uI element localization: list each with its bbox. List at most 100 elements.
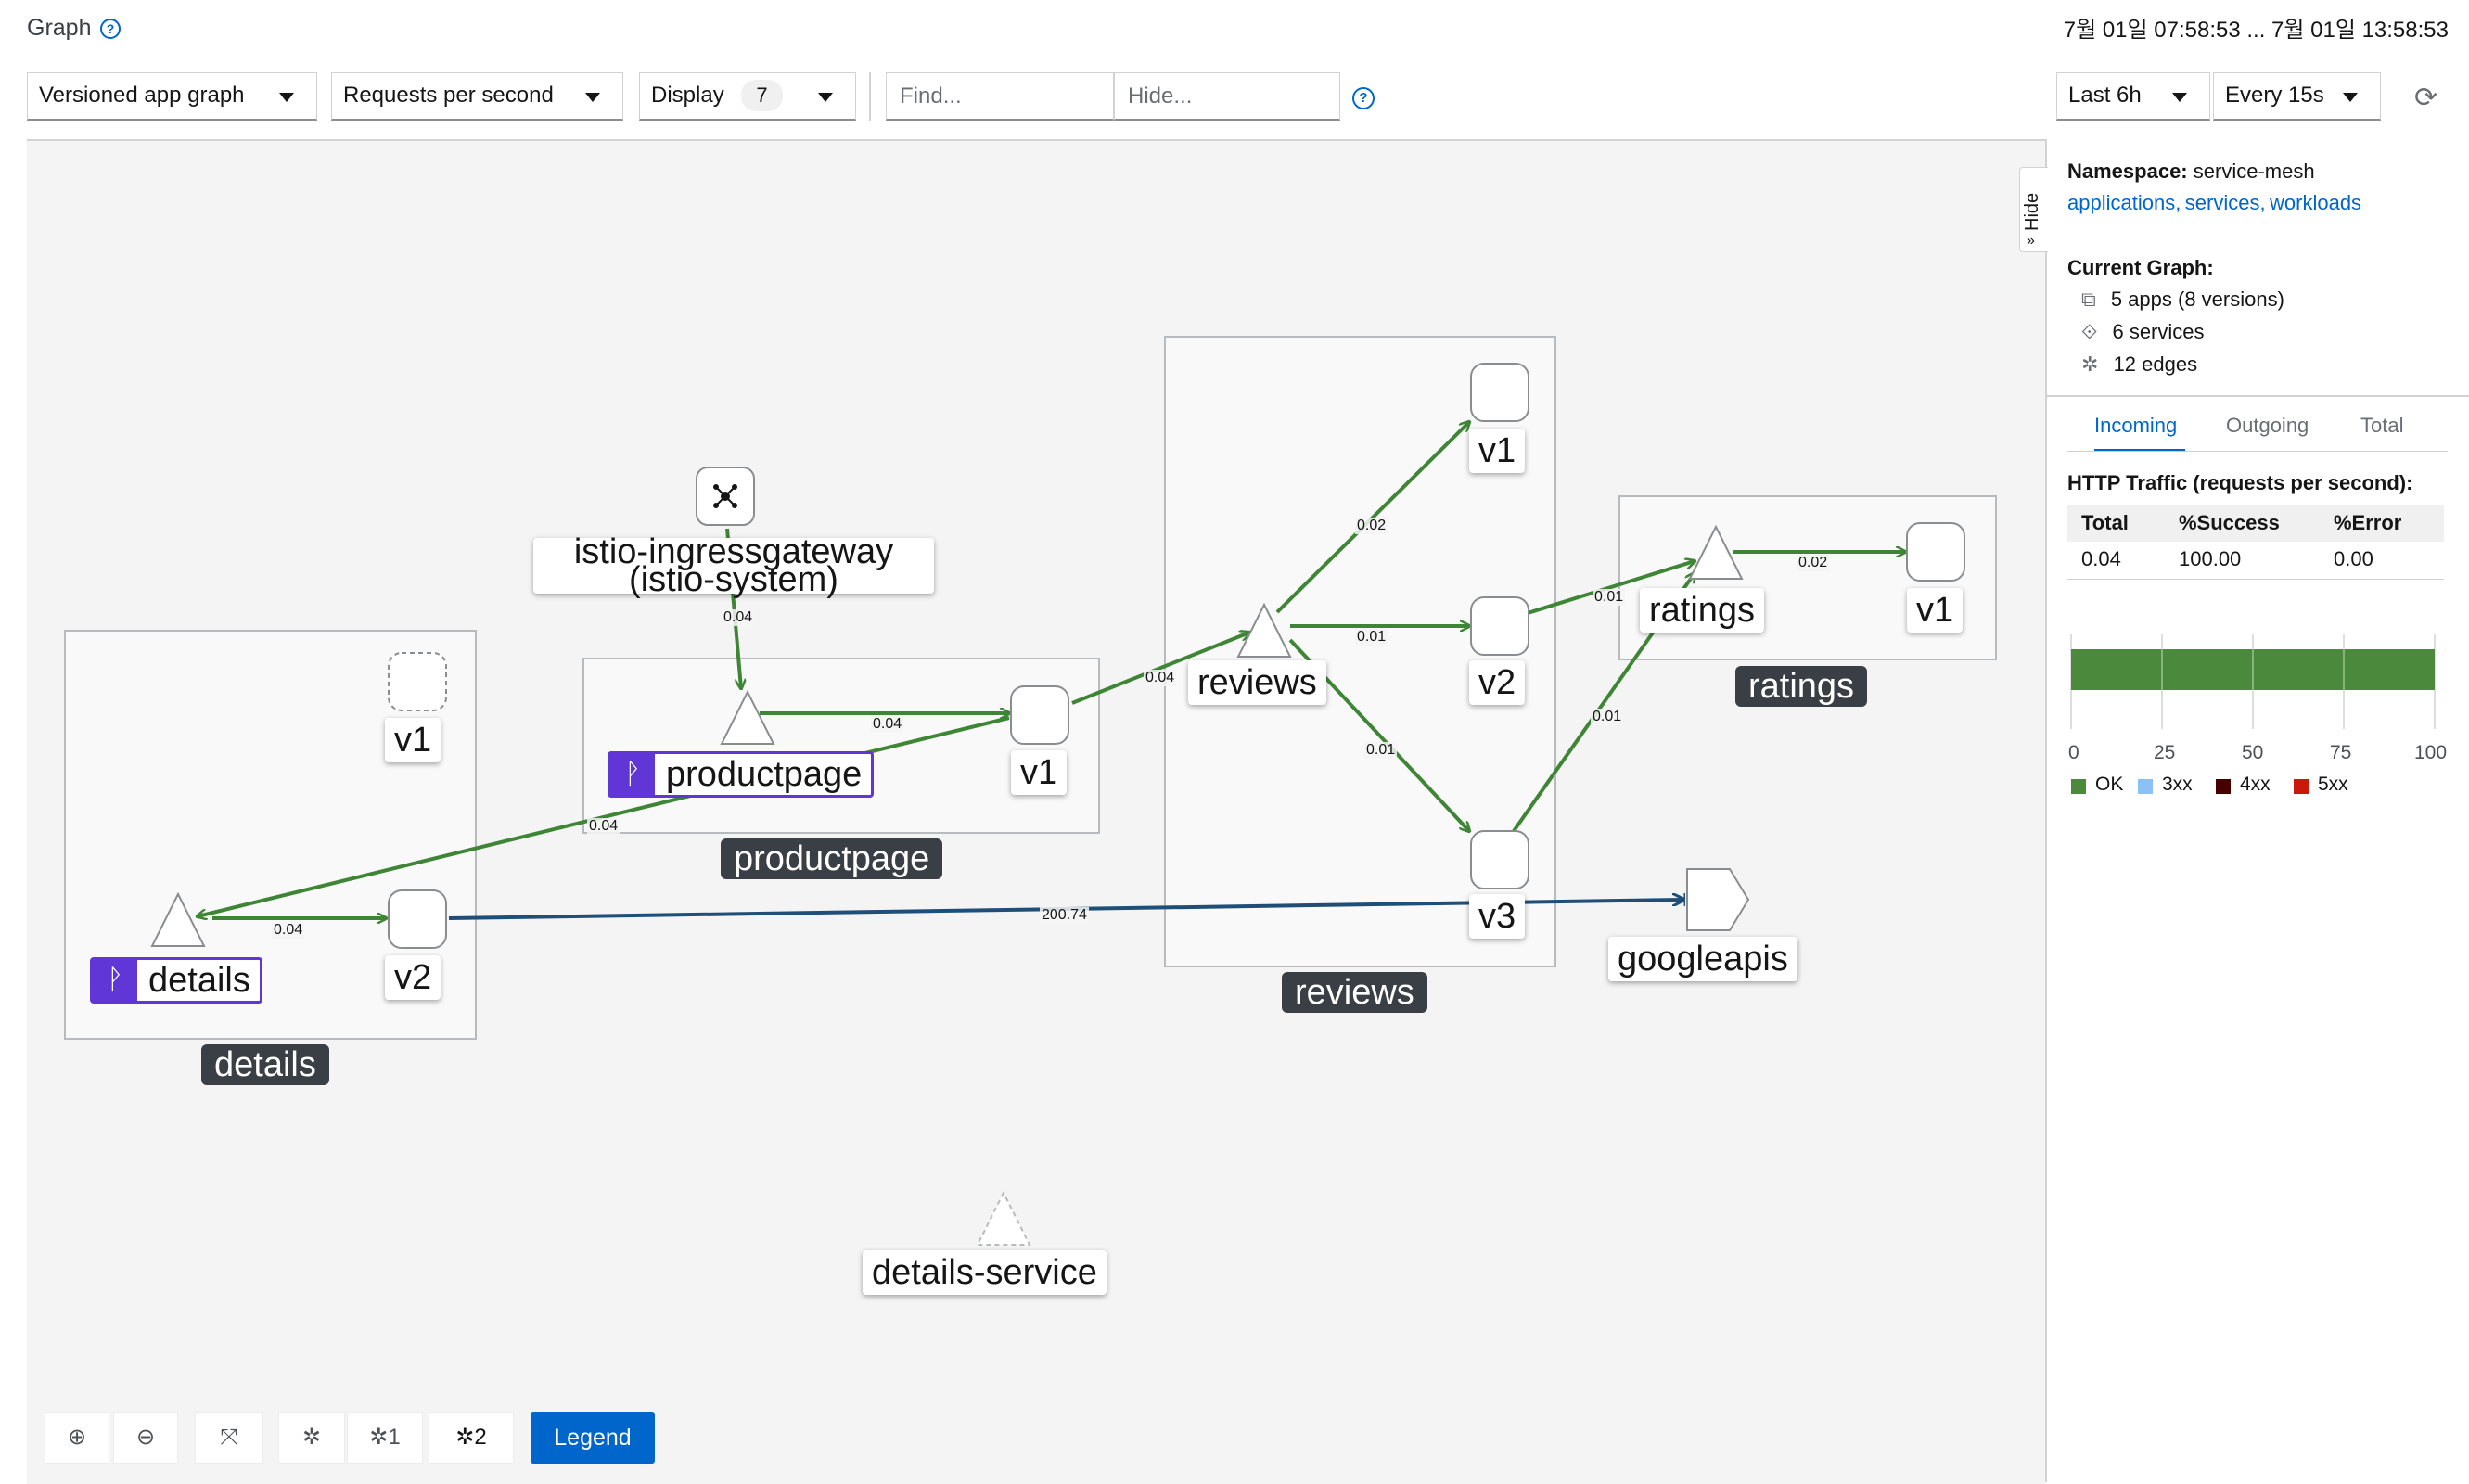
reviews-v3-label[interactable]: v3 xyxy=(1469,894,1526,939)
ratings-v1-node xyxy=(1906,522,1965,582)
axis-tick-label: 50 xyxy=(2242,742,2264,763)
refresh-interval-dropdown[interactable]: Every 15s xyxy=(2213,72,2381,121)
details-v2-node xyxy=(388,889,447,949)
edge-label: 200.74 xyxy=(1040,907,1089,924)
reviews-v1-label[interactable]: v1 xyxy=(1469,429,1526,473)
find-help-icon[interactable]: ? xyxy=(1352,87,1375,109)
googleapis-label[interactable]: googleapis xyxy=(1608,937,1797,981)
services-count: 6 services xyxy=(2112,320,2205,343)
reviews-v3-node xyxy=(1470,830,1529,889)
refresh-icon[interactable]: ⟳ xyxy=(2414,82,2437,114)
productpage-service-label[interactable]: ᚹ productpage xyxy=(608,751,875,798)
reviews-v2-label[interactable]: v2 xyxy=(1469,660,1526,705)
applications-icon: ⧉ xyxy=(2081,288,2096,311)
details-service-orphan-label[interactable]: details-service xyxy=(863,1250,1107,1295)
traffic-title: HTTP Traffic (requests per second): xyxy=(2067,471,2413,494)
productpage-box-label[interactable]: productpage xyxy=(721,838,943,879)
details-v1-node xyxy=(388,652,447,711)
edge-label: 0.01 xyxy=(1591,709,1624,725)
edge-label: 0.01 xyxy=(1593,589,1626,606)
googleapis-node xyxy=(1686,868,1750,931)
layout-default-button[interactable]: ✲ xyxy=(278,1412,345,1464)
zoom-in-icon[interactable]: ⊕ xyxy=(45,1412,109,1464)
page-title: Graph xyxy=(27,15,92,41)
edge-label-dropdown[interactable]: Requests per second xyxy=(331,72,623,121)
toolbar-divider xyxy=(869,72,871,121)
cell-total: 0.04 xyxy=(2081,547,2121,570)
layout-1-button[interactable]: ✲1 xyxy=(347,1412,423,1464)
topology-icon: ✲ xyxy=(2081,352,2099,376)
edge-label: 0.01 xyxy=(1364,742,1398,759)
namespace-value: service-mesh xyxy=(2193,160,2315,183)
caret-down-icon xyxy=(2343,93,2358,102)
tabs-divider xyxy=(2067,451,2448,452)
tab-total[interactable]: Total xyxy=(2360,414,2403,438)
namespace-row: Namespace: service-mesh xyxy=(2067,160,2315,184)
ingress-gateway-label[interactable]: istio-ingressgateway (istio-system) xyxy=(533,534,934,597)
reviews-v1-node xyxy=(1470,363,1529,422)
col-error-header: %Error xyxy=(2334,511,2402,534)
fit-to-screen-icon[interactable]: ⤧ xyxy=(195,1412,263,1464)
time-range-label: 7월 01일 07:58:53 ... 7월 01일 13:58:53 xyxy=(2063,18,2449,43)
display-count-badge: 7 xyxy=(741,80,783,111)
details-service-label[interactable]: ᚹ details xyxy=(90,957,262,1004)
caret-down-icon xyxy=(2172,93,2187,102)
help-icon[interactable]: ? xyxy=(100,19,121,39)
graph-type-dropdown[interactable]: Versioned app graph xyxy=(27,72,317,121)
reviews-service-label[interactable]: reviews xyxy=(1188,660,1326,705)
edge-label: 0.02 xyxy=(1797,555,1830,571)
layout-2-label: 2 xyxy=(474,1425,487,1450)
details-v1-label[interactable]: v1 xyxy=(385,718,441,762)
applications-link[interactable]: applications, xyxy=(2067,191,2181,214)
edge-label: 0.02 xyxy=(1355,518,1388,534)
virtual-service-icon: ᚹ xyxy=(610,754,655,795)
layout-1-label: 1 xyxy=(388,1425,401,1450)
details-box-label[interactable]: details xyxy=(201,1044,329,1085)
edge-label: 0.04 xyxy=(272,922,305,939)
hide-input[interactable] xyxy=(1114,72,1340,121)
caret-down-icon xyxy=(279,93,294,102)
details-v2-label[interactable]: v2 xyxy=(385,955,441,1000)
display-dropdown[interactable]: Display 7 xyxy=(639,72,856,121)
duration-dropdown[interactable]: Last 6h xyxy=(2056,72,2210,121)
tab-incoming[interactable]: Incoming xyxy=(2094,414,2177,438)
legend-button[interactable]: Legend xyxy=(531,1412,655,1464)
services-link[interactable]: services, xyxy=(2185,191,2266,214)
current-graph-label: Current Graph: xyxy=(2067,256,2214,279)
graph-canvas[interactable]: 0.04 0.04 0.04 0.04 0.04 200.74 0.02 0.0… xyxy=(27,139,2045,1484)
ratings-box-label[interactable]: ratings xyxy=(1735,666,1868,707)
productpage-v1-label[interactable]: v1 xyxy=(1011,750,1068,795)
caret-down-icon xyxy=(818,93,833,102)
cell-success: 100.00 xyxy=(2179,547,2242,570)
productpage-box xyxy=(582,658,1100,834)
edge-label: 0.01 xyxy=(1355,629,1388,646)
refresh-interval-value: Every 15s xyxy=(2225,83,2324,108)
productpage-service-name: productpage xyxy=(666,755,863,794)
display-label: Display xyxy=(651,83,724,108)
virtual-service-icon: ᚹ xyxy=(93,960,137,1001)
hide-panel-tab[interactable]: Hide » xyxy=(2019,167,2048,252)
axis-tick-label: 0 xyxy=(2068,742,2079,763)
reviews-box-label[interactable]: reviews xyxy=(1282,972,1427,1013)
panel-divider xyxy=(2047,395,2469,397)
edge-label: 0.04 xyxy=(722,609,755,626)
legend-ok-swatch xyxy=(2071,779,2086,794)
services-icon: ⟐ xyxy=(2081,320,2098,343)
layout-2-button[interactable]: ✲2 xyxy=(429,1412,514,1464)
ratings-v1-label[interactable]: v1 xyxy=(1907,588,1964,633)
caret-down-icon xyxy=(585,93,600,102)
workloads-link[interactable]: workloads xyxy=(2270,191,2361,214)
ratings-service-label[interactable]: ratings xyxy=(1640,588,1765,633)
tab-outgoing[interactable]: Outgoing xyxy=(2226,414,2309,438)
edge-label: 0.04 xyxy=(871,716,904,733)
topology-icon: ✲ xyxy=(301,1425,322,1450)
namespace-label: Namespace: xyxy=(2067,160,2188,183)
double-chevron-icon: » xyxy=(2027,233,2035,249)
edges-count-row: ✲ 12 edges xyxy=(2081,352,2197,377)
find-input[interactable] xyxy=(886,72,1114,121)
namespace-links: applications, services, workloads xyxy=(2067,191,2361,215)
col-success-header: %Success xyxy=(2179,511,2280,534)
services-count-row: ⟐ 6 services xyxy=(2081,320,2205,344)
table-row-divider xyxy=(2067,579,2444,580)
zoom-out-icon[interactable]: ⊖ xyxy=(113,1412,178,1464)
